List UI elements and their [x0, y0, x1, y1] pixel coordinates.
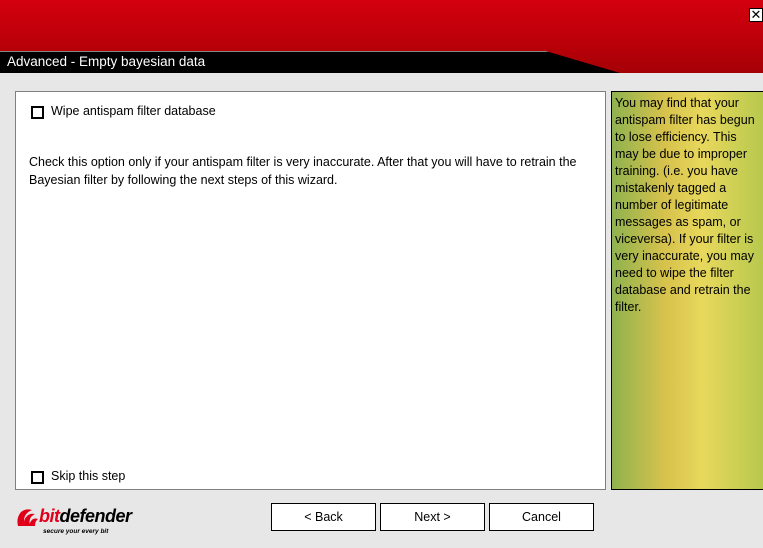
title-bar: Advanced - Empty bayesian data [0, 51, 620, 73]
wipe-database-checkbox[interactable] [31, 106, 44, 119]
bitdefender-logo: bitdefender secure your every bit [15, 506, 155, 540]
next-button[interactable]: Next > [380, 503, 485, 531]
skip-step-label[interactable]: Skip this step [51, 469, 125, 483]
main-panel: Wipe antispam filter database Check this… [15, 91, 606, 490]
help-panel: You may find that your antispam filter h… [611, 91, 763, 490]
close-icon: ✕ [750, 7, 762, 23]
header-banner: ✕ Advanced - Empty bayesian data [0, 0, 763, 73]
wipe-database-label[interactable]: Wipe antispam filter database [51, 104, 216, 118]
logo-wordmark: bitdefender [39, 506, 132, 526]
close-button[interactable]: ✕ [749, 8, 763, 22]
logo-icon [17, 509, 38, 526]
skip-step-checkbox[interactable] [31, 471, 44, 484]
help-text: You may find that your antispam filter h… [615, 96, 755, 314]
description-text: Check this option only if your antispam … [29, 155, 577, 187]
logo-tagline: secure your every bit [43, 528, 109, 535]
page-title: Advanced - Empty bayesian data [7, 54, 206, 69]
back-button[interactable]: < Back [271, 503, 376, 531]
cancel-button[interactable]: Cancel [489, 503, 594, 531]
